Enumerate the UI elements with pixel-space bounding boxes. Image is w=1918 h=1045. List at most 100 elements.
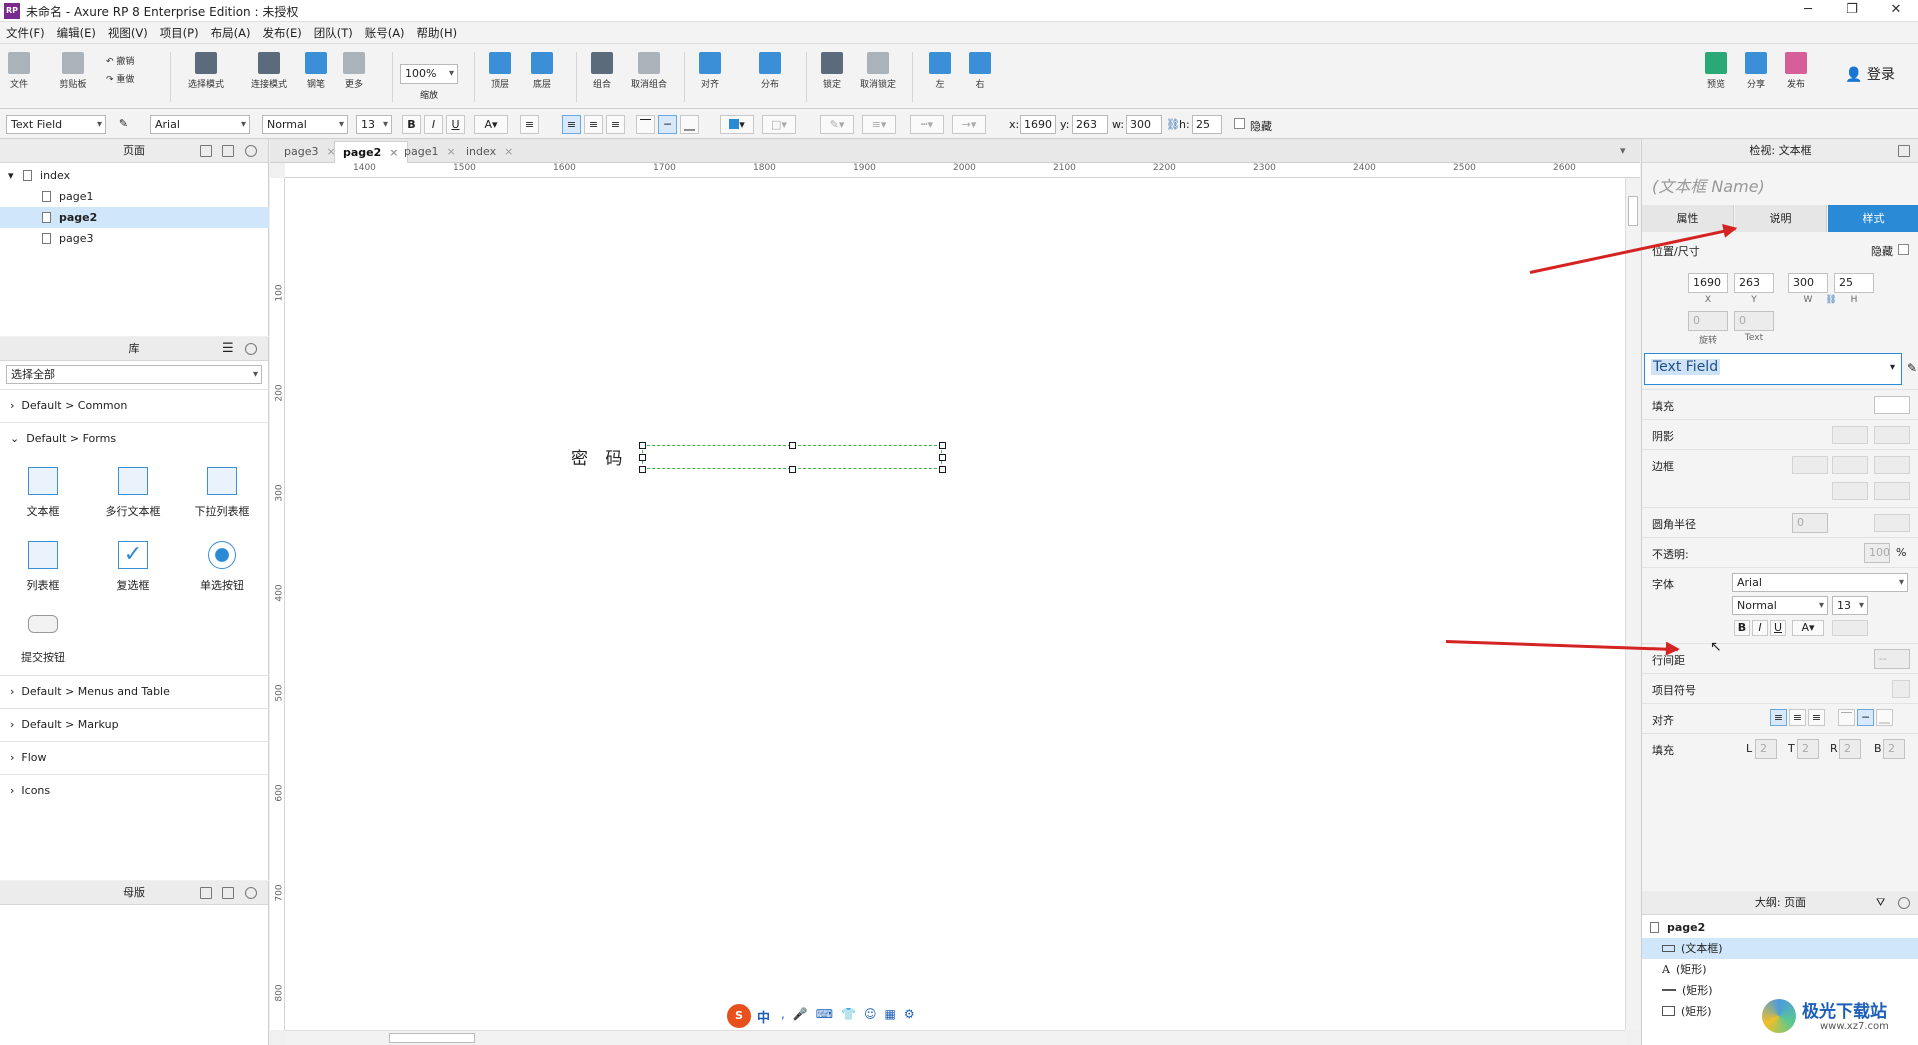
- widget-checkbox[interactable]: ✓ 复选框: [93, 541, 173, 593]
- add-master-icon[interactable]: [200, 887, 212, 899]
- valign-top-button[interactable]: ⎺: [636, 115, 655, 134]
- align-left-button[interactable]: ≡: [562, 115, 581, 134]
- horizontal-scroll-thumb[interactable]: [389, 1033, 475, 1043]
- ime-toolbar[interactable]: S 中 ,🎤⌨👕☺▦⚙: [725, 1004, 955, 1028]
- corner-picker[interactable]: [1874, 514, 1910, 532]
- align-right-button[interactable]: ≡: [606, 115, 625, 134]
- align-left-button[interactable]: ≡: [1770, 709, 1787, 726]
- tab-style[interactable]: 样式: [1828, 205, 1918, 232]
- left-panel-button[interactable]: 左: [920, 50, 960, 90]
- horizontal-scrollbar[interactable]: [285, 1030, 1625, 1045]
- page-item-index[interactable]: ▾ index: [0, 165, 269, 186]
- menu-team[interactable]: 团队(T): [308, 22, 359, 44]
- group-icons[interactable]: › Icons: [0, 774, 269, 806]
- login-button[interactable]: 👤 登录: [1845, 64, 1895, 84]
- bold-button[interactable]: B: [402, 115, 421, 134]
- password-label[interactable]: 密 码: [571, 444, 628, 469]
- x-input[interactable]: 1690: [1688, 273, 1728, 293]
- valign-bottom-button[interactable]: ⎽: [680, 115, 699, 134]
- menu-publish[interactable]: 发布(E): [256, 22, 307, 44]
- search-icon[interactable]: [1898, 897, 1910, 909]
- pad-bottom-input[interactable]: 2: [1883, 739, 1905, 759]
- zoom-select[interactable]: 100%: [400, 64, 458, 84]
- vertical-scrollbar[interactable]: [1625, 178, 1640, 1030]
- pen-button[interactable]: 钢笔: [298, 50, 334, 90]
- group-default-common[interactable]: › Default > Common: [0, 389, 269, 421]
- group-markup[interactable]: › Default > Markup: [0, 708, 269, 740]
- line-spacing-select[interactable]: --: [1874, 649, 1910, 669]
- italic-button[interactable]: I: [1752, 620, 1768, 636]
- lock-ratio-icon[interactable]: ⛓: [1166, 118, 1180, 131]
- border-width-picker[interactable]: [1792, 456, 1828, 474]
- vertical-scroll-thumb[interactable]: [1628, 196, 1638, 226]
- close-tab-icon[interactable]: ×: [446, 145, 455, 158]
- arrow-style-button[interactable]: →▾: [952, 115, 986, 134]
- tab-properties[interactable]: 属性: [1642, 205, 1734, 232]
- resize-handle[interactable]: [639, 442, 646, 449]
- preview-button[interactable]: 预览: [1696, 50, 1736, 90]
- font-family-select[interactable]: Arial: [1732, 573, 1908, 592]
- tab-index[interactable]: index ×: [458, 141, 521, 163]
- page-item-page1[interactable]: page1: [0, 186, 269, 207]
- w-input[interactable]: 300: [1788, 273, 1828, 293]
- resize-handle[interactable]: [639, 466, 646, 473]
- widget-style-select[interactable]: Text Field ▾: [1644, 353, 1902, 385]
- outline-item[interactable]: A (矩形): [1642, 959, 1918, 980]
- valign-middle-button[interactable]: ─: [658, 115, 677, 134]
- publish-button[interactable]: 发布: [1776, 50, 1816, 90]
- group-default-forms[interactable]: ⌄ Default > Forms: [0, 422, 269, 454]
- menu-icon[interactable]: ☰: [222, 337, 234, 361]
- font-family-select[interactable]: Arial: [150, 115, 250, 134]
- menu-help[interactable]: 帮助(H): [411, 22, 464, 44]
- y-input[interactable]: 263: [1072, 115, 1108, 134]
- search-icon[interactable]: [245, 343, 257, 355]
- lock-button[interactable]: 锁定: [812, 50, 852, 90]
- text-shadow-picker[interactable]: [1832, 620, 1868, 636]
- group-flow[interactable]: › Flow: [0, 741, 269, 773]
- pad-top-input[interactable]: 2: [1797, 739, 1819, 759]
- fill-color-button[interactable]: ▾: [720, 115, 754, 134]
- ime-mode-label[interactable]: 中: [757, 1007, 770, 1026]
- group-menus-table[interactable]: › Default > Menus and Table: [0, 675, 269, 707]
- ime-tools-icon[interactable]: ,🎤⌨👕☺▦⚙: [781, 1007, 923, 1021]
- resize-handle[interactable]: [639, 454, 646, 461]
- add-page-icon[interactable]: [200, 145, 212, 157]
- filter-icon[interactable]: ⛛: [1876, 891, 1885, 915]
- bring-to-front-button[interactable]: 顶层: [480, 50, 520, 90]
- add-folder-icon[interactable]: [222, 887, 234, 899]
- pad-left-input[interactable]: 2: [1755, 739, 1777, 759]
- valign-bottom-button[interactable]: ⎽: [1876, 709, 1893, 726]
- widget-radio-button[interactable]: 单选按钮: [182, 541, 262, 593]
- valign-middle-button[interactable]: ─: [1857, 709, 1874, 726]
- outline-page[interactable]: page2: [1642, 917, 1918, 938]
- tab-notes[interactable]: 说明: [1735, 205, 1827, 232]
- line-width-button[interactable]: ≡▾: [862, 115, 896, 134]
- hidden-checkbox[interactable]: [1234, 118, 1245, 129]
- bullet-toggle[interactable]: [1892, 680, 1910, 698]
- menu-edit[interactable]: 编辑(E): [51, 22, 102, 44]
- page-item-page2[interactable]: page2: [0, 207, 269, 228]
- file-button[interactable]: 文件: [0, 50, 38, 90]
- design-canvas[interactable]: 密 码 S 中 ,🎤⌨👕☺▦⚙: [285, 178, 1625, 1030]
- unlock-button[interactable]: 取消锁定: [854, 50, 902, 90]
- send-to-back-button[interactable]: 底层: [522, 50, 562, 90]
- underline-button[interactable]: U: [446, 115, 465, 134]
- close-button[interactable]: ✕: [1874, 0, 1918, 22]
- font-color-button[interactable]: A▾: [1792, 620, 1824, 636]
- maximize-button[interactable]: ❐: [1830, 0, 1874, 22]
- outline-item[interactable]: (文本框): [1642, 938, 1918, 959]
- fill-color-picker[interactable]: [1874, 396, 1910, 414]
- menu-account[interactable]: 账号(A): [359, 22, 411, 44]
- resize-handle[interactable]: [939, 442, 946, 449]
- menu-file[interactable]: 文件(F): [0, 22, 51, 44]
- widget-name-input[interactable]: (文本框 Name): [1652, 173, 1765, 197]
- connect-mode-button[interactable]: 连接模式: [244, 50, 294, 90]
- x-input[interactable]: 1690: [1020, 115, 1056, 134]
- align-center-button[interactable]: ≡: [1789, 709, 1806, 726]
- style-edit-icon[interactable]: ✎: [1907, 361, 1917, 375]
- valign-top-button[interactable]: ⎺: [1838, 709, 1855, 726]
- notes-icon[interactable]: [1898, 145, 1910, 157]
- w-input[interactable]: 300: [1126, 115, 1162, 134]
- border-style-picker[interactable]: [1874, 456, 1910, 474]
- border-sides-picker[interactable]: [1832, 482, 1868, 500]
